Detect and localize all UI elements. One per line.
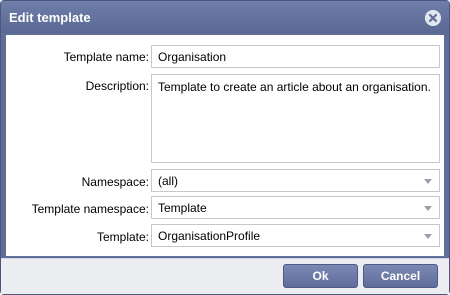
template-name-input[interactable]: Organisation: [151, 45, 440, 68]
description-value: Template to create an article about an o…: [158, 80, 431, 94]
template-namespace-value: Template: [158, 201, 207, 215]
chevron-down-icon[interactable]: [424, 179, 432, 184]
ok-button[interactable]: Ok: [283, 264, 358, 288]
template-namespace-select[interactable]: Template: [151, 196, 440, 219]
chevron-down-icon[interactable]: [424, 206, 432, 211]
namespace-label: Namespace:: [81, 175, 149, 189]
dialog-title: Edit template: [9, 10, 91, 25]
dialog-body: Template name: Organisation Description:…: [6, 35, 444, 256]
close-icon[interactable]: [425, 10, 441, 26]
template-namespace-label: Template namespace:: [31, 202, 149, 216]
dialog-footer: Ok Cancel: [1, 258, 449, 294]
template-name-value: Organisation: [158, 50, 227, 64]
description-textarea[interactable]: Template to create an article about an o…: [151, 74, 440, 163]
edit-template-dialog: Edit template Template name: Organisatio…: [0, 0, 450, 295]
chevron-down-icon[interactable]: [424, 234, 432, 239]
namespace-select[interactable]: (all): [151, 169, 440, 192]
namespace-value: (all): [158, 174, 178, 188]
description-label: Description:: [85, 79, 149, 93]
template-name-label: Template name:: [63, 50, 149, 64]
template-label: Template:: [96, 230, 149, 244]
dialog-titlebar[interactable]: Edit template: [1, 1, 449, 33]
template-select[interactable]: OrganisationProfile: [151, 224, 440, 247]
cancel-button[interactable]: Cancel: [363, 264, 438, 288]
template-value: OrganisationProfile: [158, 229, 261, 243]
